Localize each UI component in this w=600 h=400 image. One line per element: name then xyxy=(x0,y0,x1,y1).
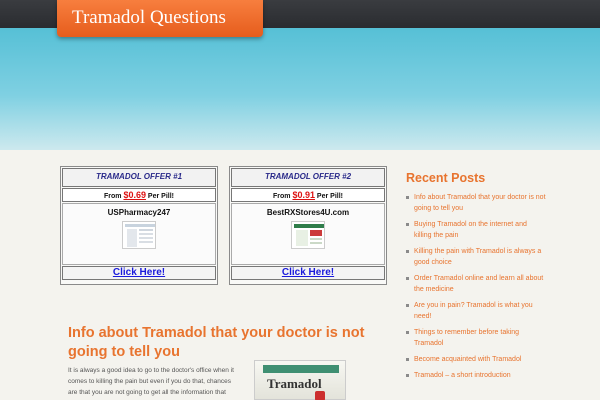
post-excerpt: It is always a good idea to go to the do… xyxy=(68,367,234,396)
sidebar-title: Recent Posts xyxy=(406,171,486,185)
recent-post-link[interactable]: Tramadol – a short introduction xyxy=(406,370,546,381)
recent-post-link[interactable]: Become acquainted with Tramadol xyxy=(406,354,546,365)
recent-posts-list: Info about Tramadol that your doctor is … xyxy=(406,192,546,386)
tramadol-box-image: Tramadol xyxy=(254,360,346,400)
store-name: USPharmacy247 xyxy=(107,208,171,217)
click-here-link[interactable]: Click Here! xyxy=(231,266,385,280)
store-name: BestRXStores4U.com xyxy=(266,208,350,217)
recent-post-link[interactable]: Info about Tramadol that your doctor is … xyxy=(406,192,546,214)
offer-price: From $0.91 Per Pill! xyxy=(231,188,385,202)
offer-price: From $0.69 Per Pill! xyxy=(62,188,216,202)
price-amount-link[interactable]: $0.69 xyxy=(123,190,146,200)
offer-title: TRAMADOL OFFER #1 xyxy=(62,168,216,187)
pill-graphic xyxy=(315,391,325,400)
click-here-link[interactable]: Click Here! xyxy=(62,266,216,280)
recent-post-link[interactable]: Order Tramadol online and learn all abou… xyxy=(406,273,546,295)
offer-box-2: TRAMADOL OFFER #2 From $0.91 Per Pill! B… xyxy=(229,166,387,285)
price-prefix: From xyxy=(273,193,293,200)
site-title: Tramadol Questions xyxy=(72,7,226,28)
post-title-link[interactable]: Info about Tramadol that your doctor is … xyxy=(68,324,398,362)
store-screenshot-thumbnail[interactable] xyxy=(291,221,325,249)
offer-body: USPharmacy247 xyxy=(62,203,216,265)
site-logo-link[interactable]: Tramadol Questions xyxy=(57,0,263,37)
box-band xyxy=(263,365,339,373)
recent-post-link[interactable]: Buying Tramadol on the internet and kill… xyxy=(406,219,546,241)
price-amount-link[interactable]: $0.91 xyxy=(292,190,315,200)
box-label: Tramadol xyxy=(267,376,322,391)
store-screenshot-thumbnail[interactable] xyxy=(122,221,156,249)
header-banner xyxy=(0,28,600,150)
price-prefix: From xyxy=(104,193,124,200)
price-suffix: Per Pill! xyxy=(145,193,174,200)
offer-title: TRAMADOL OFFER #2 xyxy=(231,168,385,187)
offer-body: BestRXStores4U.com xyxy=(231,203,385,265)
price-suffix: Per Pill! xyxy=(314,193,343,200)
recent-post-link[interactable]: Are you in pain? Tramadol is what you ne… xyxy=(406,300,546,322)
recent-post-link[interactable]: Killing the pain with Tramadol is always… xyxy=(406,246,546,268)
offer-box-1: TRAMADOL OFFER #1 From $0.69 Per Pill! U… xyxy=(60,166,218,285)
recent-post-link[interactable]: Things to remember before taking Tramado… xyxy=(406,327,546,349)
